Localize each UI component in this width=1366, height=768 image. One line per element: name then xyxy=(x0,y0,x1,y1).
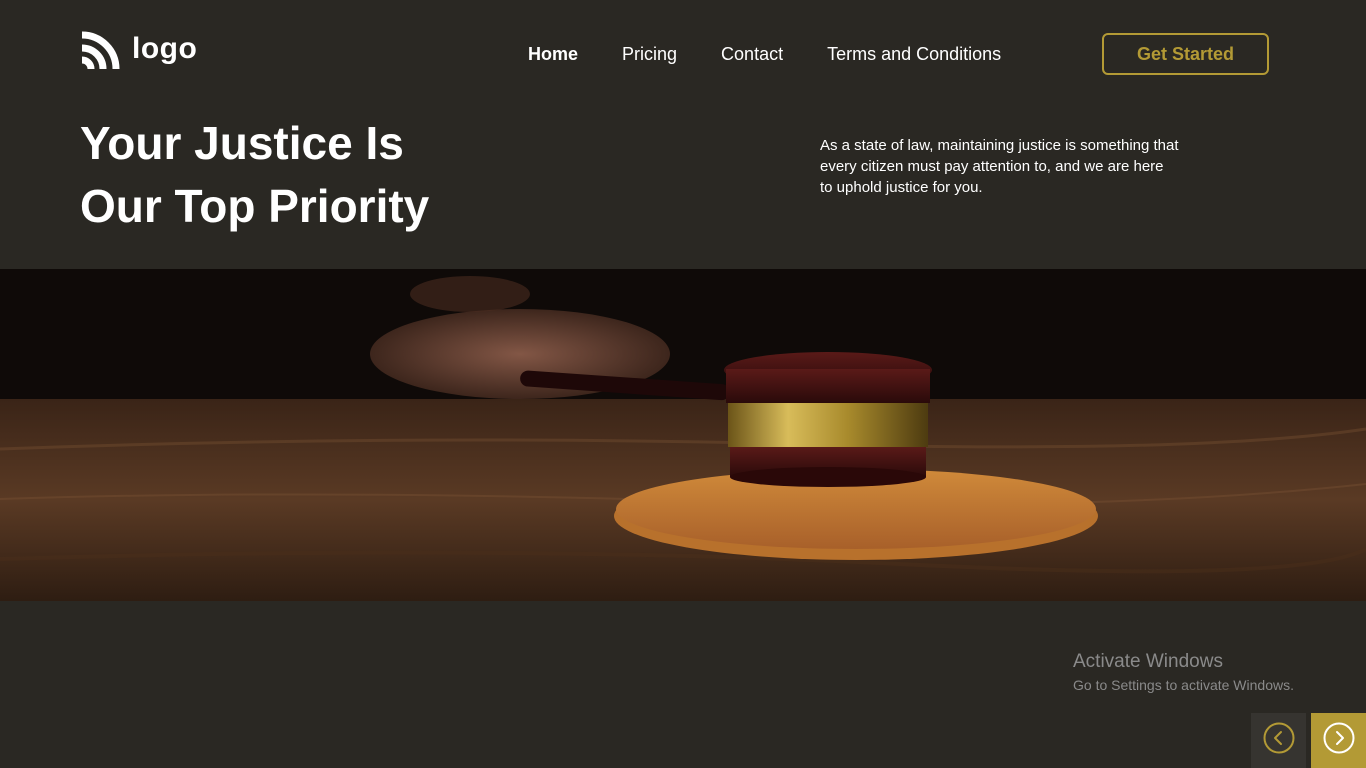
hero-title: Your Justice Is Our Top Priority xyxy=(80,112,560,238)
hero-title-line-1: Your Justice Is xyxy=(80,117,404,169)
hero-title-line-2: Our Top Priority xyxy=(80,180,430,232)
logo[interactable]: logo xyxy=(80,29,197,71)
activate-windows-watermark: Activate Windows Go to Settings to activ… xyxy=(1073,651,1294,695)
watermark-subtitle: Go to Settings to activate Windows. xyxy=(1073,677,1294,693)
main-nav: Home Pricing Contact Terms and Condition… xyxy=(528,42,1001,66)
hero-description: As a state of law, maintaining justice i… xyxy=(820,137,1179,196)
hero-image-gavel xyxy=(0,269,1366,601)
chevron-left-icon xyxy=(1263,722,1295,759)
slider-next-button[interactable] xyxy=(1311,713,1366,768)
nav-link-terms[interactable]: Terms and Conditions xyxy=(827,42,1001,66)
site-header: logo Home Pricing Contact Terms and Cond… xyxy=(0,0,1366,108)
nav-link-contact[interactable]: Contact xyxy=(721,42,783,66)
slider-prev-button[interactable] xyxy=(1251,713,1306,768)
logo-text: logo xyxy=(132,32,198,65)
logo-icon xyxy=(80,29,122,71)
nav-link-home[interactable]: Home xyxy=(528,42,578,66)
chevron-right-icon xyxy=(1323,722,1355,759)
get-started-button[interactable]: Get Started xyxy=(1102,33,1269,75)
nav-link-pricing[interactable]: Pricing xyxy=(622,42,677,66)
watermark-title: Activate Windows xyxy=(1073,651,1223,672)
